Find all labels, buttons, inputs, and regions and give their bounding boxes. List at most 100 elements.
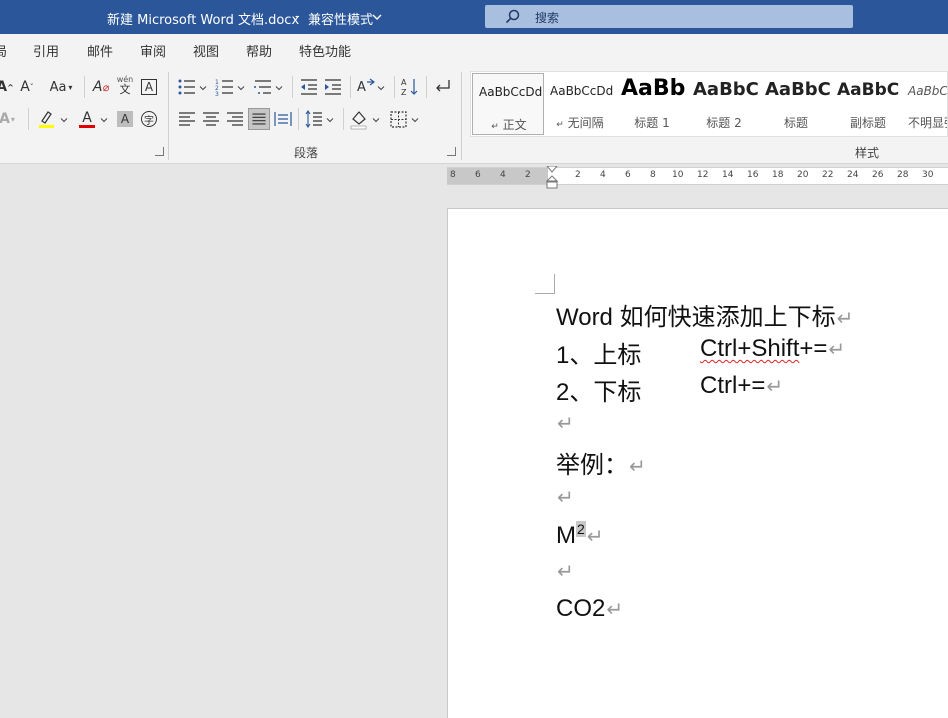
- ruler-tick: 30: [922, 170, 934, 180]
- grow-font-icon[interactable]: A ^: [0, 76, 16, 98]
- tab-layout[interactable]: 局: [0, 41, 7, 60]
- paragraph-dialog-launcher-icon[interactable]: [447, 147, 456, 156]
- line-spacing-icon[interactable]: [303, 108, 325, 130]
- ruler-tick: 12: [697, 170, 709, 180]
- superscript-shortcut[interactable]: Ctrl+Shift+=↵: [700, 335, 845, 363]
- superscript-line-label[interactable]: 1、上标: [556, 335, 641, 370]
- style-preview: AaBbC: [837, 80, 900, 100]
- align-center-icon[interactable]: [200, 108, 222, 130]
- separator: [84, 76, 85, 98]
- character-border-label: A: [141, 79, 157, 95]
- style-subtitle[interactable]: AaBbC 副标题: [832, 72, 904, 136]
- chevron-down-icon[interactable]: [199, 84, 207, 92]
- text-effects-icon[interactable]: A ▾: [0, 108, 18, 130]
- tab-help[interactable]: 帮助: [246, 41, 272, 60]
- tab-mailings[interactable]: 邮件: [87, 41, 113, 60]
- separator: [394, 76, 395, 98]
- paragraph-mark: ↵: [557, 561, 574, 583]
- ruler-tick: 16: [747, 170, 759, 180]
- subscript-line-label[interactable]: 2、下标: [556, 372, 641, 407]
- superscript-selected: 2: [576, 521, 586, 537]
- chevron-down-icon[interactable]: [237, 84, 245, 92]
- decrease-indent-icon[interactable]: [298, 76, 320, 98]
- indent-marker-icon[interactable]: [546, 166, 558, 190]
- align-right-icon[interactable]: [224, 108, 246, 130]
- clear-formatting-icon[interactable]: A ⌀: [90, 76, 112, 98]
- chevron-down-icon[interactable]: [60, 116, 68, 124]
- increase-indent-icon[interactable]: [322, 76, 344, 98]
- phonetic-guide-icon[interactable]: wén 文: [114, 74, 136, 96]
- tab-review[interactable]: 审阅: [140, 41, 166, 60]
- character-border-icon[interactable]: A: [138, 76, 160, 98]
- style-name: 不明显强调: [908, 116, 947, 130]
- search-box[interactable]: 搜索: [485, 5, 853, 28]
- svg-text:A: A: [357, 80, 366, 95]
- shading-icon[interactable]: [348, 108, 370, 130]
- distributed-icon[interactable]: [272, 108, 294, 130]
- justify-button[interactable]: [248, 108, 270, 130]
- empty-paragraph[interactable]: ↵: [556, 557, 574, 585]
- document-heading-line[interactable]: Word 如何快速添加上下标↵: [556, 297, 853, 332]
- empty-paragraph[interactable]: ↵: [556, 409, 574, 437]
- font-dialog-launcher-icon[interactable]: [155, 147, 164, 156]
- sort-icon[interactable]: AZ: [399, 76, 421, 98]
- ruler-tick: 4: [500, 170, 506, 180]
- style-heading-1[interactable]: AaBb 标题 1: [616, 72, 688, 136]
- show-paragraph-marks-icon[interactable]: [431, 76, 453, 98]
- paragraph-mark: ↵: [828, 339, 846, 361]
- example-line[interactable]: 举例：↵: [556, 445, 646, 480]
- font-color-icon[interactable]: A: [76, 108, 98, 130]
- enclose-characters-icon[interactable]: 字: [138, 108, 160, 130]
- style-normal[interactable]: AaBbCcDd ↵ 正文: [472, 73, 544, 135]
- tab-special-features[interactable]: 特色功能: [299, 41, 351, 60]
- empty-paragraph[interactable]: ↵: [556, 483, 574, 511]
- paragraph-mark: ↵: [606, 599, 624, 621]
- svg-text:Z: Z: [401, 88, 407, 97]
- ruler-tick: 8: [650, 170, 656, 180]
- chevron-down-icon[interactable]: [377, 84, 385, 92]
- paragraph-mark: ↵: [766, 376, 784, 398]
- highlight-color-icon[interactable]: [36, 108, 58, 130]
- tab-view[interactable]: 视图: [193, 41, 219, 60]
- style-preview: AaBbC: [765, 79, 831, 100]
- borders-icon[interactable]: [388, 108, 410, 130]
- chinese-layout-icon[interactable]: A: [355, 76, 377, 98]
- ribbon-tabs: 局 引用 邮件 审阅 视图 帮助 特色功能: [0, 34, 948, 64]
- subscript-example-line[interactable]: CO2↵: [556, 595, 623, 623]
- change-case-button[interactable]: Aa ▾: [46, 76, 76, 98]
- chevron-down-icon[interactable]: [326, 116, 334, 124]
- tab-references[interactable]: 引用: [33, 41, 59, 60]
- chevron-down-icon[interactable]: [275, 84, 283, 92]
- chevron-down-icon[interactable]: [411, 116, 419, 124]
- align-left-icon[interactable]: [176, 108, 198, 130]
- paragraph-mark: ↵: [629, 456, 646, 478]
- separator: [298, 108, 299, 130]
- shrink-font-icon[interactable]: Aˇ: [16, 76, 38, 98]
- title-bar: 新建 Microsoft Word 文档.docx - 兼容性模式 搜索: [0, 0, 948, 34]
- search-icon: [505, 9, 520, 24]
- ribbon: A ^ Aˇ Aa ▾ A ⌀ wén 文 A A ▾ A A 字 123 A AZ 段落: [0, 64, 948, 164]
- superscript-label: 1、上标: [556, 342, 642, 369]
- style-title[interactable]: AaBbC 标题: [760, 72, 832, 136]
- subscript-shortcut[interactable]: Ctrl+=↵: [700, 372, 783, 400]
- compatibility-mode-label[interactable]: 兼容性模式: [308, 9, 373, 28]
- horizontal-ruler[interactable]: 8 6 4 2 2 4 6 8 10 12 14 16 18 20 22 24 …: [447, 166, 948, 189]
- ruler-tick: 8: [450, 170, 456, 180]
- style-no-spacing[interactable]: AaBbCcDd ↵ 无间隔: [544, 72, 616, 136]
- document-page[interactable]: Word 如何快速添加上下标↵ 1、上标 Ctrl+Shift+=↵ 2、下标 …: [447, 208, 948, 718]
- superscript-base: M: [556, 522, 576, 549]
- chevron-down-icon[interactable]: [372, 116, 380, 124]
- style-heading-2[interactable]: AaBbC 标题 2: [688, 72, 760, 136]
- style-subtle-emphasis[interactable]: AaBbCc 不明显强调: [904, 72, 947, 136]
- chevron-down-icon[interactable]: [100, 116, 108, 124]
- bullets-icon[interactable]: [176, 76, 198, 98]
- chevron-down-icon[interactable]: [371, 11, 383, 23]
- style-name: 标题 2: [706, 116, 742, 130]
- multilevel-list-icon[interactable]: [252, 76, 274, 98]
- numbering-icon[interactable]: 123: [214, 76, 236, 98]
- character-shading-icon[interactable]: A: [114, 108, 136, 130]
- document-title: 新建 Microsoft Word 文档.docx: [107, 13, 300, 28]
- styles-gallery: AaBbCcDd ↵ 正文 AaBbCcDd ↵ 无间隔 AaBb 标题 1 A…: [470, 71, 948, 137]
- superscript-example-line[interactable]: M2 ↵: [556, 521, 604, 550]
- ruler-tick: 20: [797, 170, 809, 180]
